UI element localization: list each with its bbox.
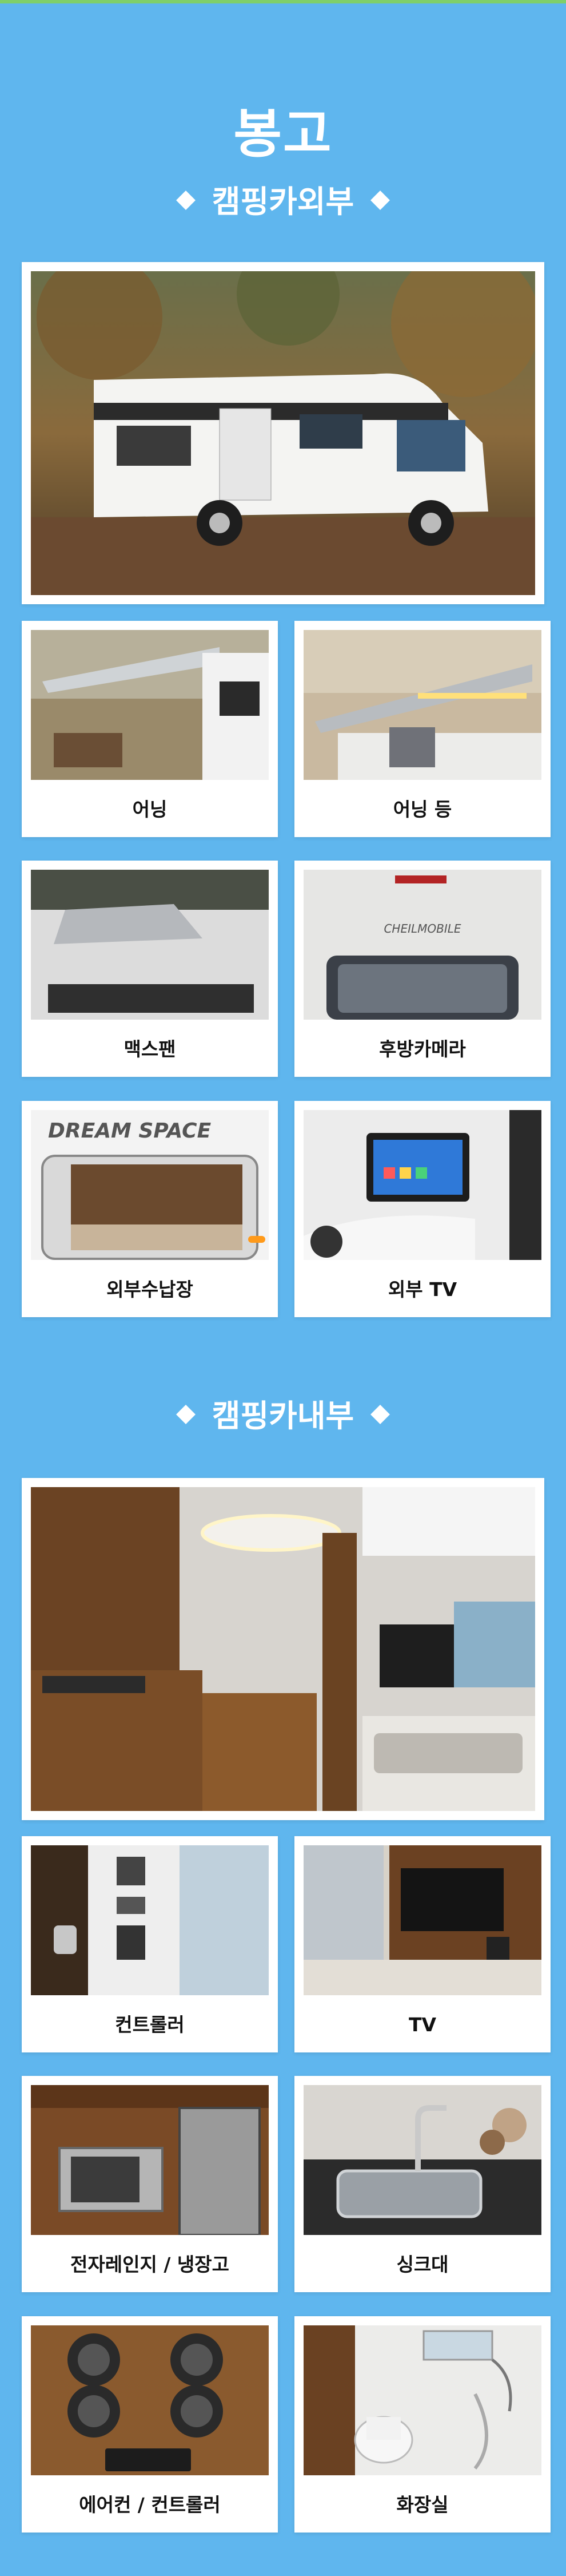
section-heading-interior: 캠핑카내부 [0, 1396, 566, 1436]
sink-photo [304, 2085, 541, 2235]
gallery-caption: TV [408, 2014, 437, 2036]
awning-photo [31, 630, 269, 780]
toilet-photo [304, 2325, 541, 2475]
gallery-caption: 후방카메라 [379, 1038, 466, 1060]
page-title: 봉고 [233, 104, 333, 165]
gallery-card-exterior-tv: 외부 TV [294, 1101, 551, 1317]
controller-photo [31, 1845, 269, 1995]
gallery-card-maxxfan: 맥스팬 [22, 861, 278, 1077]
gallery-card-awning: 어닝 [22, 621, 278, 837]
gallery-caption: 싱크대 [396, 2253, 449, 2276]
camper-exterior-photo-card [22, 262, 544, 604]
gallery-card-tv: TV [294, 1836, 551, 2052]
diamond-bullet-icon [370, 191, 390, 211]
diamond-bullet-icon [370, 1405, 390, 1425]
gallery-card-rear-camera: CHEILMOBILE 후방카메라 [294, 861, 551, 1077]
gallery-caption: 맥스팬 [123, 1038, 176, 1060]
microwave-fridge-photo [31, 2085, 269, 2235]
camper-interior-photo [31, 1487, 535, 1811]
rear-camera-text: CHEILMOBILE [384, 922, 461, 936]
diamond-bullet-icon [176, 1405, 196, 1425]
gallery-card-exterior-storage: DREAM SPACE 외부수납장 [22, 1101, 278, 1317]
gallery-card-awning-light: 어닝 등 [294, 621, 551, 837]
exterior-tv-photo [304, 1110, 541, 1260]
gallery-caption: 어닝 [132, 798, 168, 821]
gallery-caption: 외부수납장 [106, 1278, 193, 1301]
section-heading-exterior-text: 캠핑카외부 [212, 184, 354, 220]
dream-space-badge-text: DREAM SPACE [48, 1119, 212, 1143]
gallery-caption: 외부 TV [388, 1278, 457, 1301]
gallery-caption: 컨트롤러 [115, 2014, 185, 2036]
camper-exterior-photo [31, 271, 535, 595]
gallery-card-microwave-fridge: 전자레인지 / 냉장고 [22, 2076, 278, 2292]
awning-light-photo [304, 630, 541, 780]
rear-camera-photo: CHEILMOBILE [304, 870, 541, 1020]
gallery-card-aircon-controller: 에어컨 / 컨트롤러 [22, 2316, 278, 2533]
top-edge-strip [0, 0, 566, 3]
section-heading-interior-text: 캠핑카내부 [212, 1398, 354, 1434]
gallery-caption: 화장실 [396, 2494, 449, 2516]
section-heading-exterior: 캠핑카외부 [0, 182, 566, 222]
exterior-storage-photo: DREAM SPACE [31, 1110, 269, 1260]
gallery-card-toilet: 화장실 [294, 2316, 551, 2533]
gallery-card-controller: 컨트롤러 [22, 1836, 278, 2052]
gallery-caption: 에어컨 / 컨트롤러 [79, 2494, 221, 2516]
maxxfan-photo [31, 870, 269, 1020]
tv-photo [304, 1845, 541, 1995]
gallery-card-sink: 싱크대 [294, 2076, 551, 2292]
gallery-caption: 어닝 등 [393, 798, 452, 821]
diamond-bullet-icon [176, 191, 196, 211]
aircon-controller-photo [31, 2325, 269, 2475]
gallery-caption: 전자레인지 / 냉장고 [70, 2253, 229, 2276]
camper-interior-photo-card [22, 1478, 544, 1820]
